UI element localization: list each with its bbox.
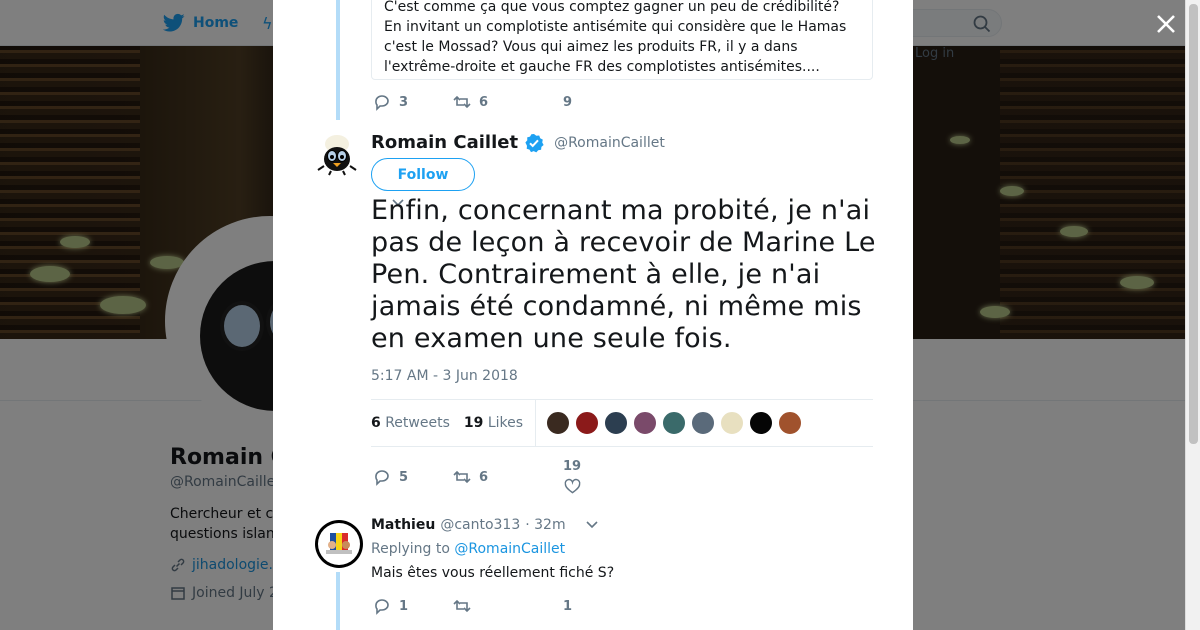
retweet-count: 6 [479, 94, 489, 110]
reply-icon [375, 95, 389, 111]
replying-prefix: Replying to [371, 541, 450, 557]
reply-author-handle[interactable]: @canto313 [440, 517, 520, 533]
liker-avatar[interactable] [575, 411, 600, 435]
retweets-stat[interactable]: 6 Retweets [371, 415, 450, 431]
reply-count: 3 [399, 94, 409, 110]
quoted-actions: 3 6 9 [373, 93, 572, 111]
retweets-stat-count: 6 [371, 415, 381, 431]
retweet-icon [453, 470, 471, 484]
author-avatar[interactable] [315, 132, 359, 176]
replying-to-link[interactable]: @RomainCaillet [454, 541, 565, 557]
liker-avatar[interactable] [749, 411, 774, 435]
quoted-line: c'est le Mossad? Vous qui aimez les prod… [384, 39, 798, 55]
quoted-line: C'est comme ça que vous comptez gagner u… [384, 0, 840, 15]
retweet-icon [453, 95, 471, 109]
retweet-button[interactable] [453, 597, 563, 615]
thread-line [336, 572, 340, 630]
replying-to: Replying to @RomainCaillet [371, 541, 565, 557]
liker-avatar[interactable] [633, 411, 658, 435]
reply-time[interactable]: · 32m [525, 517, 565, 533]
like-button[interactable]: 1 [563, 599, 572, 614]
reply-button[interactable]: 5 [373, 468, 453, 486]
reply-header: Mathieu @canto313 · 32m [371, 517, 599, 533]
retweet-button[interactable]: 6 [453, 93, 563, 111]
chevron-down-icon[interactable] [585, 518, 599, 532]
retweets-stat-label: Retweets [385, 415, 450, 431]
liker-avatar[interactable] [778, 411, 803, 435]
reply-text: Mais êtes vous réellement fiché S? [371, 565, 615, 581]
tweet-timestamp[interactable]: 5:17 AM - 3 Jun 2018 [371, 368, 518, 384]
author-name[interactable]: Romain Caillet [371, 132, 518, 153]
reply-icon [375, 599, 389, 615]
quoted-tweet[interactable]: C'est comme ça que vous comptez gagner u… [371, 0, 873, 80]
reply-avatar[interactable] [315, 520, 363, 568]
quoted-line: l'extrême-droite et gauche FR des complo… [384, 59, 820, 75]
tweet-text: Enfin, concernant ma probité, je n'ai pa… [371, 195, 876, 354]
likes-stat-label: Likes [487, 415, 524, 431]
like-count: 1 [563, 598, 573, 614]
close-icon[interactable] [1152, 10, 1180, 38]
scrollbar-thumb[interactable] [1189, 4, 1198, 444]
liker-avatar[interactable] [720, 411, 745, 435]
verified-badge-icon [525, 133, 544, 152]
likers-avatars [546, 411, 803, 435]
like-count: 19 [563, 459, 582, 474]
retweet-count: 6 [479, 469, 489, 485]
liker-avatar[interactable] [662, 411, 687, 435]
like-button[interactable]: 19 [563, 459, 581, 495]
quoted-line: En invitant un complotiste antisémite qu… [384, 19, 847, 35]
tweet-stats: 6 Retweets 19 Likes [371, 399, 873, 447]
likes-stat[interactable]: 19 Likes [464, 415, 523, 431]
author-handle[interactable]: @RomainCaillet [554, 135, 665, 151]
author-row: Romain Caillet @RomainCaillet [371, 132, 665, 153]
liker-avatar[interactable] [691, 411, 716, 435]
follow-button[interactable]: Follow [371, 158, 475, 191]
reply-actions: 1 1 [373, 597, 572, 615]
tweet-modal: C'est comme ça que vous comptez gagner u… [273, 0, 913, 630]
reply-button[interactable]: 1 [373, 597, 453, 615]
liker-avatar[interactable] [604, 411, 629, 435]
heart-icon [564, 478, 580, 494]
reply-count: 1 [399, 598, 409, 614]
reply-count: 5 [399, 469, 409, 485]
retweet-icon [453, 599, 471, 613]
avatar-image [326, 533, 352, 554]
page-scrollbar[interactable] [1185, 0, 1200, 630]
reply-button[interactable]: 3 [373, 93, 453, 111]
like-count: 9 [563, 94, 573, 110]
liker-avatar[interactable] [546, 411, 571, 435]
reply-author-name[interactable]: Mathieu [371, 517, 435, 533]
likes-stat-count: 19 [463, 415, 484, 431]
tweet-actions: 5 6 19 [373, 459, 581, 495]
retweet-button[interactable]: 6 [453, 468, 563, 486]
reply-icon [375, 470, 389, 486]
like-button[interactable]: 9 [563, 95, 572, 110]
thread-line [336, 0, 340, 120]
